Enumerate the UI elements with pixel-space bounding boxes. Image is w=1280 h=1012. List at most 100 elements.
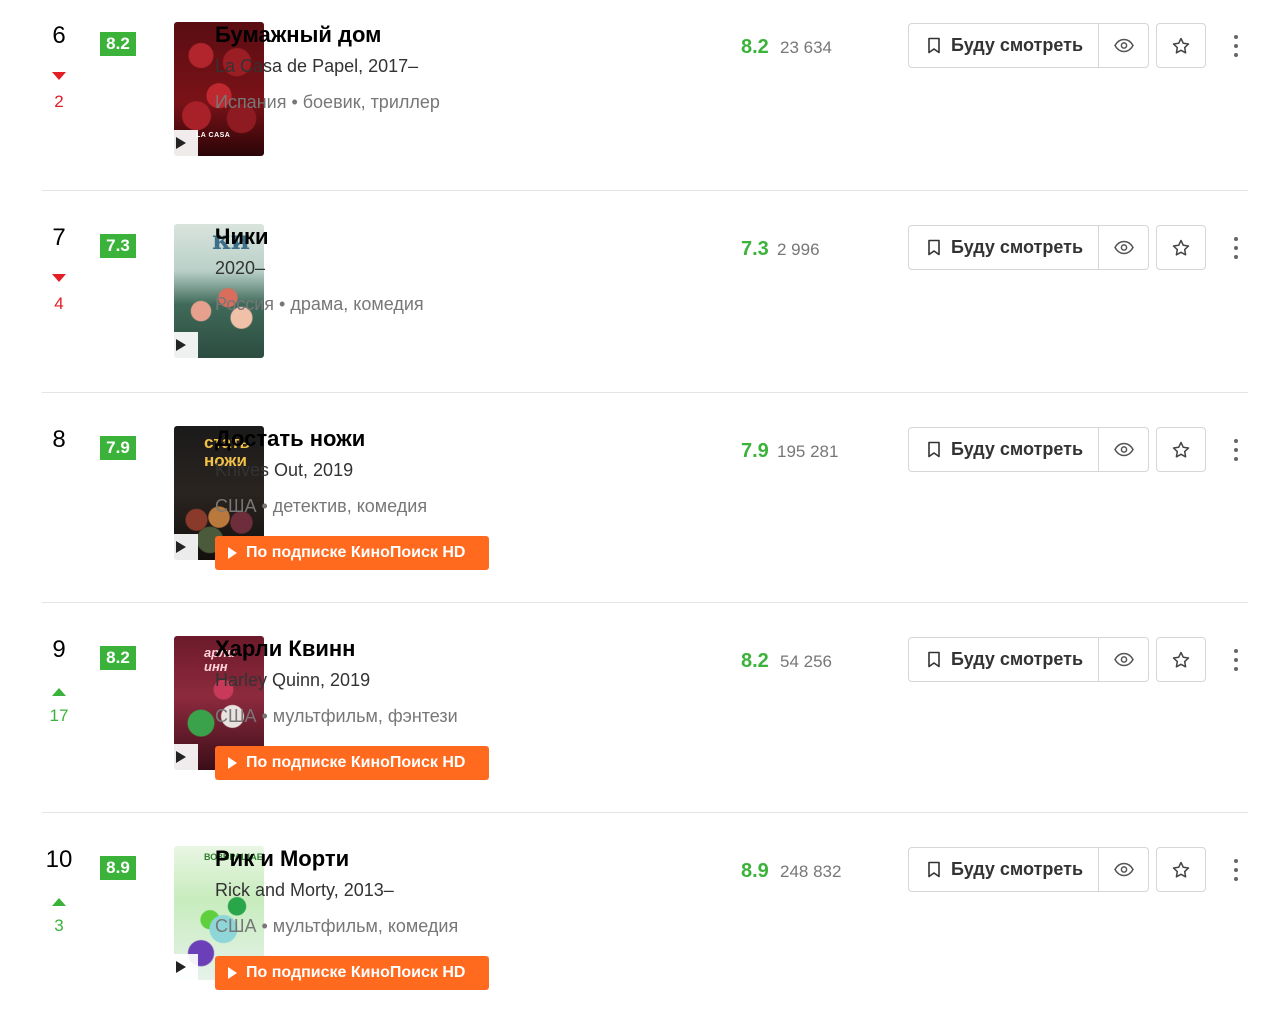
more-dot-icon (1234, 658, 1238, 662)
more-dot-icon (1234, 255, 1238, 259)
list-item: 8 стать ножи 7.9 Достать ножи Knives Out,… (42, 426, 1248, 596)
poster[interactable]: арли инн 8.2 (100, 636, 264, 770)
play-icon (228, 547, 237, 559)
play-icon (228, 757, 237, 769)
watch-actions: Буду смотреть (908, 637, 1149, 682)
more-options-button[interactable] (1226, 857, 1246, 883)
play-trailer-button[interactable] (162, 332, 198, 358)
item-votes: 248 832 (780, 862, 842, 881)
star-icon (1172, 239, 1190, 256)
more-dot-icon (1234, 53, 1238, 57)
poster-rating-badge: 8.9 (100, 856, 136, 880)
rank-position: 10 (45, 846, 73, 873)
eye-icon (1114, 652, 1134, 667)
more-options-button[interactable] (1226, 437, 1246, 463)
item-rating: 8.2 (741, 650, 769, 672)
more-dot-icon (1234, 35, 1238, 39)
row-divider (42, 812, 1248, 813)
more-dot-icon (1234, 44, 1238, 48)
bookmark-icon (928, 239, 940, 256)
eye-icon (1114, 38, 1134, 53)
rate-button[interactable] (1156, 637, 1206, 682)
item-votes: 23 634 (780, 38, 832, 57)
more-dot-icon (1234, 667, 1238, 671)
watch-later-label: Буду смотреть (951, 859, 1084, 879)
item-title[interactable]: Достать ножи (215, 426, 365, 452)
item-votes: 195 281 (777, 442, 839, 461)
play-trailer-button[interactable] (162, 534, 198, 560)
item-rating: 7.9 (741, 440, 769, 462)
item-meta: США • детектив, комедия (215, 496, 428, 516)
subscription-button[interactable]: По подписке КиноПоиск HD (215, 746, 489, 780)
rank-position: 7 (52, 224, 66, 251)
more-dot-icon (1234, 868, 1238, 872)
watch-later-button[interactable]: Буду смотреть (909, 638, 1099, 681)
more-dot-icon (1234, 859, 1238, 863)
watch-later-button[interactable]: Буду смотреть (909, 226, 1099, 269)
item-subtitle: La Casa de Papel, 2017– (215, 56, 419, 76)
mark-watched-button[interactable] (1099, 638, 1148, 681)
rate-button[interactable] (1156, 847, 1206, 892)
item-title[interactable]: Бумажный дом (215, 22, 381, 48)
item-title[interactable]: Харли Квинн (215, 636, 355, 662)
ranking-list: 6 2 LA CASA 8.2 Бумажный дом La Casa de … (0, 0, 1280, 1012)
watch-later-button[interactable]: Буду смотреть (909, 24, 1099, 67)
rate-button[interactable] (1156, 23, 1206, 68)
play-trailer-button[interactable] (162, 130, 198, 156)
more-dot-icon (1234, 439, 1238, 443)
rate-button[interactable] (1156, 225, 1206, 270)
watch-later-button[interactable]: Буду смотреть (909, 848, 1099, 891)
more-options-button[interactable] (1226, 33, 1246, 59)
poster[interactable]: стать ножи 7.9 (100, 426, 264, 560)
poster[interactable]: LA CASA 8.2 (100, 22, 264, 156)
item-rating: 8.9 (741, 860, 769, 882)
watch-later-label: Буду смотреть (951, 439, 1084, 459)
mark-watched-button[interactable] (1099, 24, 1148, 67)
play-trailer-button[interactable] (162, 954, 198, 980)
trend-up-icon (52, 688, 66, 696)
item-title[interactable]: Чики (215, 224, 269, 250)
eye-icon (1114, 862, 1134, 877)
item-title[interactable]: Рик и Морти (215, 846, 349, 872)
bookmark-icon (928, 651, 940, 668)
trend-up-icon (52, 898, 66, 906)
play-trailer-button[interactable] (162, 744, 198, 770)
poster[interactable]: ки 7.3 (100, 224, 264, 358)
eye-icon (1114, 240, 1134, 255)
trend-down-icon (52, 72, 66, 80)
list-item: 9 17 арли инн 8.2 Харли Квинн Harley Quin… (42, 636, 1248, 806)
more-dot-icon (1234, 877, 1238, 881)
poster-rating-badge: 8.2 (100, 646, 136, 670)
rate-button[interactable] (1156, 427, 1206, 472)
poster-rating-badge: 7.9 (100, 436, 136, 460)
poster-logo: LA CASA (196, 132, 231, 139)
more-options-button[interactable] (1226, 647, 1246, 673)
star-icon (1172, 861, 1190, 878)
more-dot-icon (1234, 237, 1238, 241)
item-rating: 7.3 (741, 238, 769, 260)
subscription-label: По подписке КиноПоиск HD (246, 754, 466, 771)
list-item: 6 2 LA CASA 8.2 Бумажный дом La Casa de … (42, 22, 1248, 182)
item-subtitle: 2020– (215, 258, 266, 278)
watch-later-label: Буду смотреть (951, 35, 1084, 55)
rank-change: 3 (54, 916, 64, 935)
mark-watched-button[interactable] (1099, 226, 1148, 269)
poster[interactable]: ВОЗВРАЩАЕТСЯ 8.9 (100, 846, 264, 980)
more-options-button[interactable] (1226, 235, 1246, 261)
item-meta: Испания • боевик, триллер (215, 92, 440, 112)
poster-rating-badge: 8.2 (100, 32, 136, 56)
row-divider (42, 190, 1248, 191)
subscription-label: По подписке КиноПоиск HD (246, 544, 466, 561)
rank-change: 4 (54, 294, 64, 313)
subscription-label: По подписке КиноПоиск HD (246, 964, 466, 981)
watch-later-label: Буду смотреть (951, 649, 1084, 669)
watch-later-button[interactable]: Буду смотреть (909, 428, 1099, 471)
subscription-button[interactable]: По подписке КиноПоиск HD (215, 956, 489, 990)
rank-position: 8 (52, 426, 66, 453)
mark-watched-button[interactable] (1099, 848, 1148, 891)
rank-change: 2 (54, 92, 64, 111)
poster-rating-badge: 7.3 (100, 234, 136, 258)
mark-watched-button[interactable] (1099, 428, 1148, 471)
subscription-button[interactable]: По подписке КиноПоиск HD (215, 536, 489, 570)
star-icon (1172, 37, 1190, 54)
